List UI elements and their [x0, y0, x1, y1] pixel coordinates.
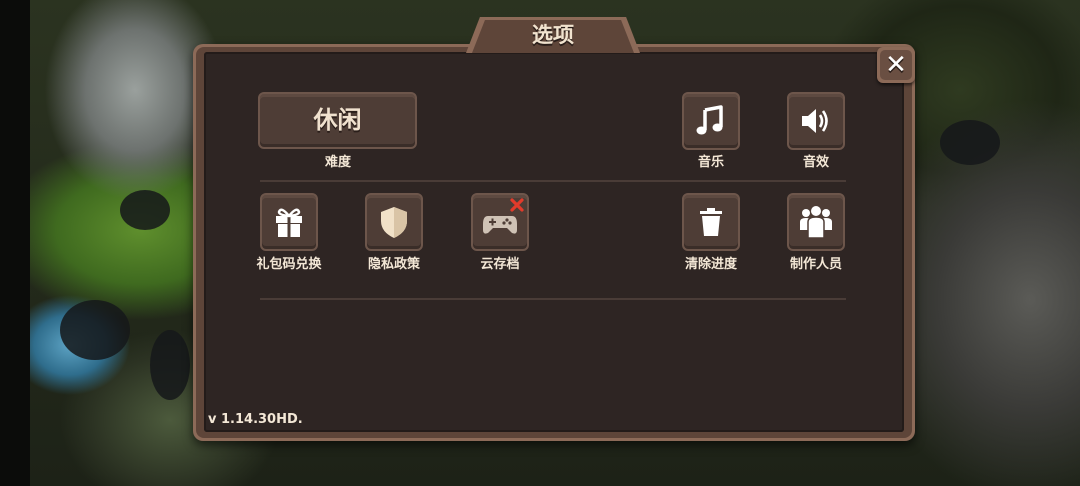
- close-icon: ✕: [885, 50, 907, 80]
- cloud-save-button[interactable]: [471, 193, 529, 251]
- difficulty-label: 难度: [324, 155, 351, 170]
- gift-code-button[interactable]: [260, 193, 318, 251]
- close-button[interactable]: ✕: [877, 47, 915, 83]
- difficulty-value: 休闲: [313, 106, 362, 134]
- difficulty-button[interactable]: 休闲: [258, 92, 417, 149]
- shield-icon: [381, 207, 407, 238]
- privacy-policy-button[interactable]: [365, 193, 423, 251]
- red-x-icon: [510, 198, 524, 212]
- section-divider: [260, 298, 846, 300]
- credits-button[interactable]: [787, 193, 845, 251]
- screen-edge: [0, 0, 30, 486]
- gift-icon: [276, 208, 302, 237]
- sound-effects-label: 音效: [802, 155, 829, 170]
- map-rock: [60, 300, 130, 360]
- sound-effects-button[interactable]: [787, 92, 845, 150]
- trash-icon: [700, 208, 722, 236]
- credits-label: 制作人员: [789, 257, 842, 272]
- map-rock: [120, 190, 170, 230]
- privacy-policy-label: 隐私政策: [367, 257, 420, 272]
- music-note-icon: [696, 105, 723, 135]
- speaker-icon: [802, 109, 828, 133]
- gift-code-label: 礼包码兑换: [256, 257, 322, 272]
- cloud-save-label: 云存档: [480, 257, 520, 272]
- music-label: 音乐: [697, 155, 724, 170]
- dialog-title: 选项: [532, 23, 574, 47]
- map-rock: [940, 120, 1000, 165]
- version-text: v 1.14.30HD.: [208, 412, 303, 427]
- music-button[interactable]: [682, 92, 740, 150]
- clear-progress-label: 清除进度: [684, 257, 737, 272]
- clear-progress-button[interactable]: [682, 193, 740, 251]
- people-icon: [800, 206, 832, 239]
- section-divider: [260, 180, 846, 182]
- map-rock: [150, 330, 190, 400]
